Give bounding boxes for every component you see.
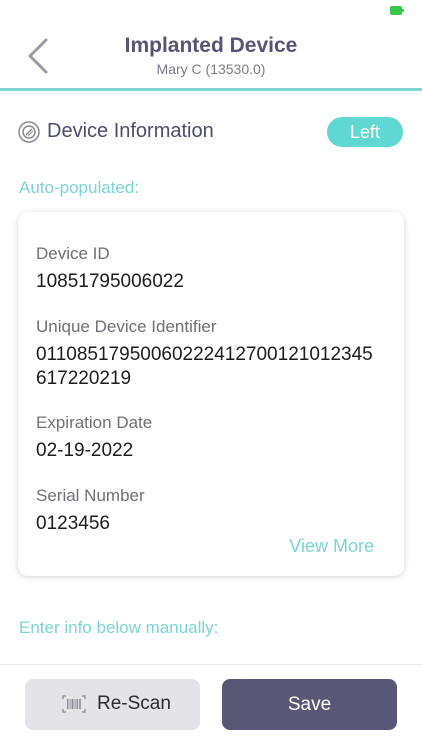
- udi-label: Unique Device Identifier: [36, 317, 217, 336]
- implant-device-icon: [18, 121, 40, 143]
- page-title: Implanted Device: [124, 34, 298, 57]
- battery-icon: [390, 6, 404, 15]
- udi-value-line1: 01108517950060222412700121012345: [36, 344, 373, 365]
- manual-entry-label: Enter info below manually:: [19, 618, 219, 637]
- serial-value: 0123456: [36, 513, 110, 534]
- expiration-label: Expiration Date: [36, 413, 153, 432]
- header-divider: [0, 88, 422, 91]
- side-badge[interactable]: Left: [327, 117, 403, 147]
- udi-value-line2: 617220219: [36, 368, 132, 389]
- rescan-label: Re-Scan: [97, 693, 171, 714]
- barcode-icon: [62, 695, 86, 713]
- serial-label: Serial Number: [36, 486, 145, 505]
- save-button[interactable]: Save: [222, 679, 397, 730]
- auto-populated-label: Auto-populated:: [19, 178, 140, 197]
- view-more-link[interactable]: View More: [289, 536, 374, 557]
- patient-subtitle: Mary C (13530.0): [156, 61, 266, 77]
- section-title: Device Information: [47, 120, 214, 142]
- device-info-card: Device ID 10851795006022 Unique Device I…: [18, 212, 404, 576]
- device-id-label: Device ID: [36, 244, 110, 263]
- rescan-button[interactable]: Re-Scan: [25, 679, 200, 730]
- expiration-value: 02-19-2022: [36, 440, 134, 461]
- device-id-value: 10851795006022: [36, 271, 184, 292]
